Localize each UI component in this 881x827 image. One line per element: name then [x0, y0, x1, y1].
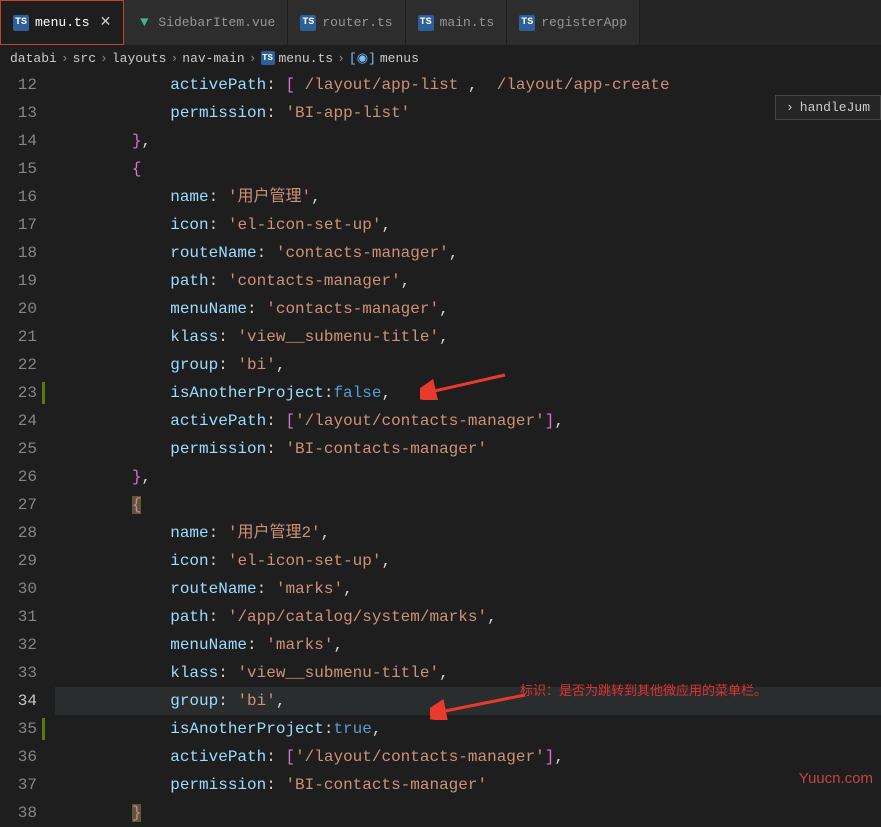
line-number: 17: [0, 211, 37, 239]
line-number: 15: [0, 155, 37, 183]
code-line[interactable]: permission: 'BI-contacts-manager': [55, 771, 881, 799]
breadcrumb-item[interactable]: src: [73, 51, 96, 66]
ts-icon: TS: [261, 51, 275, 65]
ts-icon: TS: [13, 15, 29, 31]
tab-registerapp[interactable]: TS registerApp: [507, 0, 640, 45]
line-number: 19: [0, 267, 37, 295]
code-line[interactable]: icon: 'el-icon-set-up',: [55, 547, 881, 575]
breadcrumb[interactable]: databi › src › layouts › nav-main › TS m…: [0, 45, 881, 71]
annotation-text: 标识：是否为跳转到其他微应用的菜单栏。: [520, 680, 767, 699]
line-number: 36: [0, 743, 37, 771]
code-line[interactable]: klass: 'view__submenu-title',: [55, 323, 881, 351]
code-line[interactable]: activePath: ['/layout/contacts-manager']…: [55, 407, 881, 435]
line-number: 25: [0, 435, 37, 463]
chevron-right-icon: ›: [786, 100, 794, 115]
line-number: 14: [0, 127, 37, 155]
code-line[interactable]: path: '/app/catalog/system/marks',: [55, 603, 881, 631]
line-number: 26: [0, 463, 37, 491]
ts-icon: TS: [418, 15, 434, 31]
line-number: 37: [0, 771, 37, 799]
code-editor[interactable]: 1213141516171819202122232425262728293031…: [0, 71, 881, 827]
code-line[interactable]: routeName: 'marks',: [55, 575, 881, 603]
line-number: 28: [0, 519, 37, 547]
line-number: 38: [0, 799, 37, 827]
ts-icon: TS: [519, 15, 535, 31]
close-icon[interactable]: ✕: [100, 14, 112, 31]
code-line[interactable]: }: [55, 799, 881, 827]
watermark: Yuucn.com: [799, 770, 873, 787]
line-number: 12: [0, 71, 37, 99]
tab-main-ts[interactable]: TS main.ts: [406, 0, 508, 45]
line-number: 21: [0, 323, 37, 351]
line-number: 16: [0, 183, 37, 211]
variable-icon: [◉]: [349, 51, 376, 66]
code-line[interactable]: {: [55, 155, 881, 183]
code-line[interactable]: activePath: ['/layout/contacts-manager']…: [55, 743, 881, 771]
code-line[interactable]: menuName: 'marks',: [55, 631, 881, 659]
code-line[interactable]: group: 'bi',: [55, 351, 881, 379]
chevron-right-icon: ›: [337, 51, 345, 66]
line-number: 24: [0, 407, 37, 435]
code-line[interactable]: name: '用户管理',: [55, 183, 881, 211]
line-number: 35: [0, 715, 37, 743]
tab-router-ts[interactable]: TS router.ts: [288, 0, 405, 45]
code-line[interactable]: },: [55, 127, 881, 155]
tab-label: main.ts: [440, 15, 495, 30]
outline-panel[interactable]: › handleJum: [775, 95, 881, 120]
code-line[interactable]: permission: 'BI-app-list': [55, 99, 881, 127]
chevron-right-icon: ›: [100, 51, 108, 66]
breadcrumb-item[interactable]: TS menu.ts: [261, 51, 334, 66]
code-line[interactable]: menuName: 'contacts-manager',: [55, 295, 881, 323]
editor-tabs: TS menu.ts ✕ ▼ SidebarItem.vue TS router…: [0, 0, 881, 45]
code-line[interactable]: name: '用户管理2',: [55, 519, 881, 547]
line-number: 18: [0, 239, 37, 267]
line-number: 23: [0, 379, 37, 407]
chevron-right-icon: ›: [170, 51, 178, 66]
breadcrumb-item[interactable]: databi: [10, 51, 57, 66]
ts-icon: TS: [300, 15, 316, 31]
line-number: 13: [0, 99, 37, 127]
code-line[interactable]: },: [55, 463, 881, 491]
code-line[interactable]: permission: 'BI-contacts-manager': [55, 435, 881, 463]
code-area[interactable]: activePath: [ /layout/app-list , /layout…: [55, 71, 881, 827]
line-number: 22: [0, 351, 37, 379]
chevron-right-icon: ›: [249, 51, 257, 66]
code-line[interactable]: isAnotherProject:false,: [55, 379, 881, 407]
breadcrumb-item[interactable]: nav-main: [182, 51, 244, 66]
line-number: 32: [0, 631, 37, 659]
line-number: 31: [0, 603, 37, 631]
breadcrumb-item[interactable]: [◉] menus: [349, 51, 419, 66]
line-number: 29: [0, 547, 37, 575]
outline-label: handleJum: [800, 100, 870, 115]
tab-label: registerApp: [541, 15, 627, 30]
tab-label: SidebarItem.vue: [158, 15, 275, 30]
code-line[interactable]: {: [55, 491, 881, 519]
line-number: 20: [0, 295, 37, 323]
line-number: 27: [0, 491, 37, 519]
code-line[interactable]: activePath: [ /layout/app-list , /layout…: [55, 71, 881, 99]
line-number: 34: [0, 687, 37, 715]
code-line[interactable]: icon: 'el-icon-set-up',: [55, 211, 881, 239]
code-line[interactable]: isAnotherProject:true,: [55, 715, 881, 743]
code-line[interactable]: path: 'contacts-manager',: [55, 267, 881, 295]
line-number: 30: [0, 575, 37, 603]
chevron-right-icon: ›: [61, 51, 69, 66]
tab-menu-ts[interactable]: TS menu.ts ✕: [0, 0, 124, 45]
tab-label: router.ts: [322, 15, 392, 30]
line-gutter: 1213141516171819202122232425262728293031…: [0, 71, 55, 827]
tab-label: menu.ts: [35, 15, 90, 30]
breadcrumb-item[interactable]: layouts: [112, 51, 167, 66]
vue-icon: ▼: [136, 15, 152, 31]
line-number: 33: [0, 659, 37, 687]
code-line[interactable]: routeName: 'contacts-manager',: [55, 239, 881, 267]
tab-sidebaritem-vue[interactable]: ▼ SidebarItem.vue: [124, 0, 288, 45]
